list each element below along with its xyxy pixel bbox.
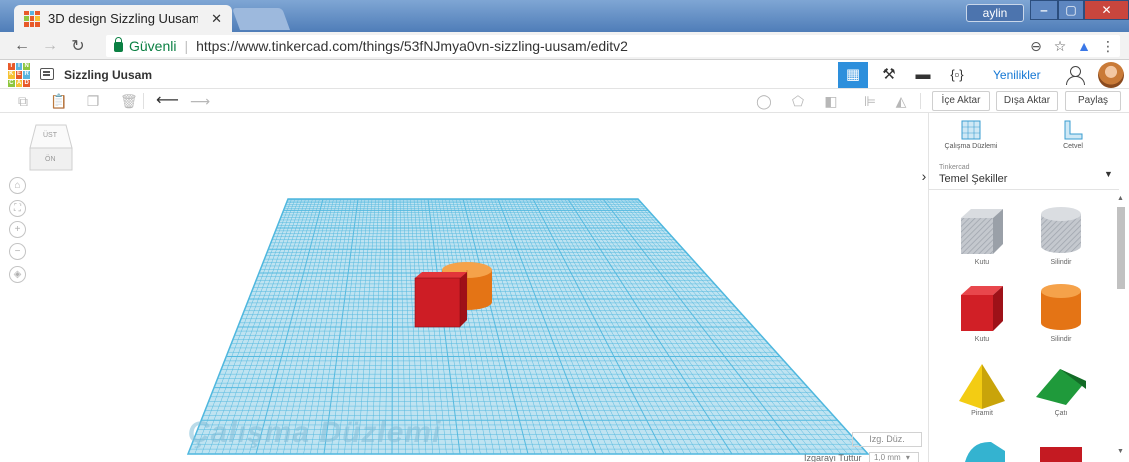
- shape-label: Çatı: [1054, 410, 1068, 417]
- workplane-canvas[interactable]: ÜST ÖN ⌂ ⛶ + − ◈ Çalışma Düzlemi Izg. Dü…: [0, 113, 928, 462]
- add-user-icon[interactable]: [1066, 66, 1086, 85]
- undo-arrow-icon[interactable]: ⟵: [156, 93, 179, 109]
- shape-cylinder-gray[interactable]: [1026, 206, 1096, 259]
- export-button[interactable]: Dışa Aktar: [996, 91, 1058, 111]
- import-button[interactable]: İçe Aktar: [932, 91, 990, 111]
- window-close-button[interactable]: ✕: [1084, 0, 1129, 20]
- chevron-down-icon: ▾: [905, 453, 910, 462]
- tab-close-icon[interactable]: ✕: [211, 11, 222, 27]
- workplane-tool-label: Çalışma Düzlemi: [944, 143, 998, 150]
- shape-round-roof-teal[interactable]: [947, 439, 1017, 462]
- library-source: Tinkercad: [939, 164, 970, 171]
- workplane-shapes: [414, 262, 492, 328]
- design-list-icon[interactable]: [40, 68, 54, 80]
- url-omnibox[interactable]: Güvenli | https://www.tinkercad.com/thin…: [106, 35, 1120, 57]
- bricks-view-icon[interactable]: ▬: [908, 62, 938, 88]
- forward-arrow-icon[interactable]: →: [36, 37, 64, 55]
- zoom-in-icon[interactable]: +: [9, 221, 26, 238]
- share-button[interactable]: Paylaş: [1065, 91, 1121, 111]
- align-icon[interactable]: ⊫: [862, 93, 878, 109]
- redo-arrow-icon[interactable]: ⟶: [190, 93, 210, 109]
- shape-cylinder-orange[interactable]: [1026, 283, 1096, 336]
- workplane-tool-button[interactable]: Çalışma Düzlemi: [939, 119, 1003, 150]
- duplicate-icon[interactable]: ❐: [85, 93, 101, 109]
- snap-grid-value: 1,0 mm: [874, 453, 901, 462]
- shapes-panel: Çalışma Düzlemi Cetvel Tinkercad Temel Ş…: [928, 113, 1129, 462]
- edit-grid-button[interactable]: Izg. Düz.: [852, 432, 922, 447]
- workplane-label: Çalışma Düzlemi: [188, 416, 442, 449]
- tinkercad-logo[interactable]: T I N K E R C A D: [8, 63, 30, 87]
- ruler-icon: [1064, 120, 1083, 140]
- scroll-down-icon[interactable]: ▼: [1117, 448, 1124, 455]
- snap-grid-select[interactable]: 1,0 mm ▾: [869, 452, 919, 462]
- workplane-grid-icon: [961, 120, 981, 140]
- viewcube-front-label: ÖN: [45, 156, 56, 163]
- reload-icon[interactable]: ↻: [64, 36, 92, 56]
- shape-text-red[interactable]: [1026, 443, 1096, 462]
- whats-new-link[interactable]: Yenilikler: [993, 68, 1041, 82]
- url-separator: |: [184, 38, 189, 54]
- scroll-up-icon[interactable]: ▲: [1117, 195, 1124, 202]
- copy-icon[interactable]: ⧉: [15, 93, 31, 109]
- new-tab-button[interactable]: [231, 8, 291, 30]
- home-view-icon[interactable]: ⌂: [9, 177, 26, 194]
- design-title[interactable]: Sizzling Uusam: [64, 68, 152, 82]
- secure-label: Güvenli: [129, 38, 177, 54]
- shape-label: Kutu: [974, 336, 990, 343]
- shape-label: Silindir: [1050, 259, 1072, 266]
- lock-icon: [114, 37, 123, 52]
- ruler-tool-button[interactable]: Cetvel: [1043, 119, 1103, 150]
- code-blocks-icon[interactable]: {▫}: [942, 62, 972, 88]
- avatar[interactable]: [1098, 62, 1124, 88]
- edit-toolbar: ⧉ 📋 ❐ 🗑 ⟵ ⟶ ◯ ⬠ ◧ ⊫ ◭ İçe Aktar Dışa Akt…: [0, 89, 1129, 113]
- tinkercad-header: T I N K E R C A D Sizzling Uusam ▦ ⚒ ▬ {…: [0, 60, 1129, 89]
- mirror-icon[interactable]: ◭: [893, 93, 909, 109]
- url-text: https://www.tinkercad.com/things/53fNJmy…: [196, 38, 628, 54]
- window-minimize-button[interactable]: ‒: [1030, 0, 1058, 20]
- scroll-thumb[interactable]: [1117, 207, 1125, 289]
- ungroup-icon[interactable]: ◧: [823, 93, 839, 109]
- ruler-tool-label: Cetvel: [1063, 143, 1083, 150]
- window-maximize-button[interactable]: ▢: [1058, 0, 1084, 20]
- shape-box-red[interactable]: [947, 283, 1017, 336]
- zoom-icon[interactable]: ⊖: [1024, 38, 1048, 55]
- codeblocks-pickaxe-icon[interactable]: ⚒: [874, 62, 904, 88]
- viewcube[interactable]: ÜST ÖN: [28, 123, 74, 173]
- library-title: Temel Şekiller: [939, 173, 1008, 185]
- window-user-badge[interactable]: aylin: [966, 4, 1024, 22]
- extension-cap-icon[interactable]: ▲: [1072, 38, 1096, 54]
- chevron-down-icon: ▼: [1104, 169, 1113, 179]
- shape-label: Kutu: [974, 259, 990, 266]
- back-arrow-icon[interactable]: ←: [8, 37, 36, 55]
- address-bar: ← → ↻ Güvenli | https://www.tinkercad.co…: [0, 32, 1129, 60]
- browser-tab[interactable]: 3D design Sizzling Uusam ✕: [14, 5, 232, 32]
- shape-label: Piramit: [971, 410, 993, 417]
- paste-icon[interactable]: 📋: [50, 93, 67, 109]
- shape-pyramid-yellow[interactable]: [947, 361, 1017, 414]
- shape-label: Silindir: [1050, 336, 1072, 343]
- tab-title: 3D design Sizzling Uusam: [48, 11, 198, 26]
- snap-grid-label: Izgarayı Tuttur: [804, 453, 862, 462]
- zoom-out-icon[interactable]: −: [9, 243, 26, 260]
- delete-icon[interactable]: 🗑: [120, 93, 138, 109]
- shape-box-gray[interactable]: [947, 206, 1017, 259]
- viewcube-top-label: ÜST: [43, 132, 57, 139]
- red-box[interactable]: [414, 272, 467, 328]
- fit-view-icon[interactable]: ⛶: [9, 200, 26, 217]
- group-icon[interactable]: ⬠: [790, 93, 806, 109]
- 3d-design-view-button[interactable]: ▦: [838, 62, 868, 88]
- bookmark-star-icon[interactable]: ☆: [1048, 38, 1072, 55]
- shapes-scrollbar[interactable]: ▲ ▼: [1116, 195, 1126, 460]
- shape-roof-green[interactable]: [1026, 361, 1096, 414]
- browser-tab-strip: 3D design Sizzling Uusam ✕ aylin ‒ ▢ ✕: [0, 0, 1129, 32]
- notes-bulb-icon[interactable]: ◯: [756, 93, 772, 109]
- browser-menu-icon[interactable]: ⋮: [1096, 38, 1120, 55]
- tinkercad-favicon-icon: [24, 10, 40, 27]
- perspective-icon[interactable]: ◈: [9, 266, 26, 283]
